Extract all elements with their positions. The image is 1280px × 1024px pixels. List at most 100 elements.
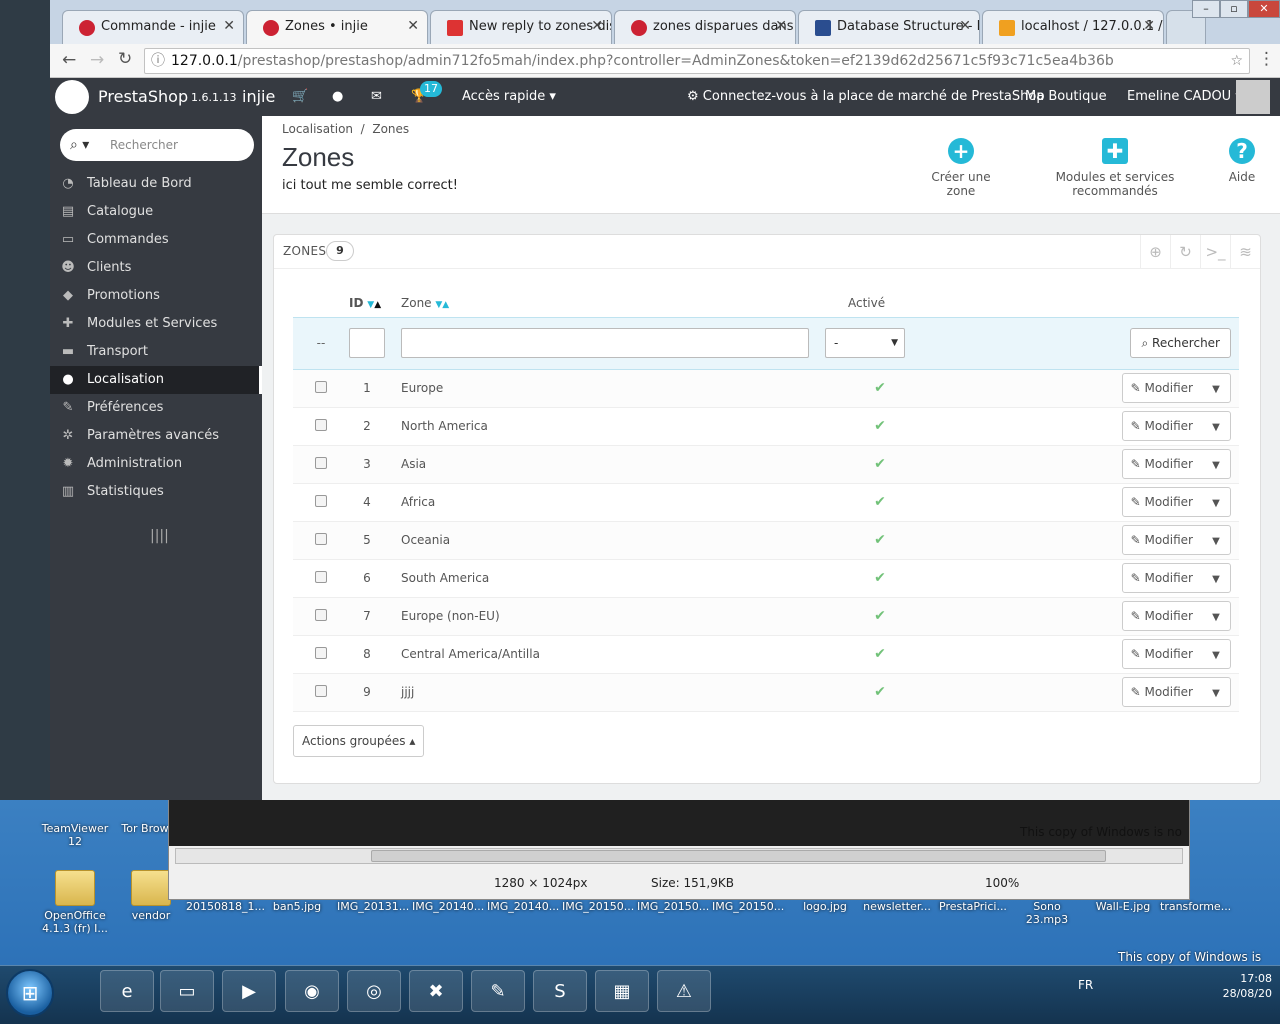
user-menu[interactable]: Emeline CADOU ▾	[1127, 89, 1242, 104]
chevron-down-icon[interactable]: ▼	[1202, 490, 1230, 518]
edit-button[interactable]: ✎ Modifier ▼	[1121, 449, 1231, 480]
maximize-button[interactable]: ▫	[1220, 0, 1248, 18]
close-window-button[interactable]: ✕	[1248, 0, 1280, 18]
refresh-icon[interactable]: ↻	[1170, 235, 1200, 269]
table-row[interactable]: 4 Africa ✔ ✎ Modifier ▼	[293, 483, 1239, 522]
desktop-icon[interactable]: IMG_20131...	[337, 900, 409, 913]
edit-button[interactable]: ✎ Modifier ▼	[1121, 487, 1231, 518]
tab-forum[interactable]: zones disparues dans s ✕	[614, 10, 796, 44]
quick-access-menu[interactable]: Accès rapide ▾	[462, 89, 556, 104]
sidebar-item-dashboard[interactable]: ◔ Tableau de Bord	[50, 170, 262, 198]
sidebar-item-administration[interactable]: ✹ Administration	[50, 450, 262, 478]
column-header-id[interactable]: ID ▼▲	[349, 289, 401, 317]
edit-button[interactable]: ✎ Modifier ▼	[1121, 563, 1231, 593]
table-row[interactable]: 3 Asia ✔ ✎ Modifier ▼	[293, 445, 1239, 484]
recommended-modules-button[interactable]: ✚ Modules et services recommandés	[1016, 138, 1214, 198]
desktop-icon[interactable]: IMG_20140...	[487, 900, 559, 913]
row-checkbox[interactable]	[315, 380, 327, 393]
sidebar-item-catalogue[interactable]: ▤ Catalogue	[50, 198, 262, 226]
explorer-taskbar-icon[interactable]: ▭	[160, 970, 214, 1012]
avatar[interactable]	[1236, 80, 1270, 114]
minimize-button[interactable]: –	[1192, 0, 1220, 18]
horizontal-scrollbar[interactable]	[175, 848, 1183, 864]
sort-icon[interactable]: ▼▲	[435, 300, 449, 310]
tab-gmail[interactable]: New reply to zones dis ✕	[430, 10, 612, 44]
tab-commande[interactable]: Commande - injie ✕	[62, 10, 244, 44]
id-filter-input[interactable]	[349, 328, 385, 358]
desktop-icon[interactable]: Sono 23.mp3	[1012, 900, 1082, 926]
chevron-down-icon[interactable]: ▼	[1202, 376, 1230, 404]
menu-icon[interactable]: ⋮	[1258, 49, 1275, 69]
desktop-icon[interactable]: Wall-E.jpg	[1088, 900, 1158, 913]
bookmark-star-icon[interactable]: ☆	[1230, 49, 1243, 73]
zone-filter-input[interactable]	[401, 328, 809, 358]
warning-taskbar-icon[interactable]: ⚠	[657, 970, 711, 1012]
row-checkbox[interactable]	[315, 494, 327, 507]
start-button[interactable]: ⊞	[6, 969, 54, 1017]
sidebar-item-transport[interactable]: ▬ Transport	[50, 338, 262, 366]
sidebar-item-orders[interactable]: ▭ Commandes	[50, 226, 262, 254]
enabled-check-icon[interactable]: ✔	[874, 646, 886, 662]
tab-database[interactable]: Database Structure - P ✕	[798, 10, 980, 44]
tab-phpmyadmin[interactable]: localhost / 127.0.0.1 / p ✕	[982, 10, 1164, 44]
sidebar-item-stats[interactable]: ▥ Statistiques	[50, 478, 262, 506]
help-button[interactable]: ? Aide	[1224, 138, 1260, 184]
media-player-taskbar-icon[interactable]: ▶	[222, 970, 276, 1012]
marketplace-link[interactable]: ⚙ Connectez-vous à la place de marché de…	[687, 89, 1045, 104]
table-row[interactable]: 2 North America ✔ ✎ Modifier ▼	[293, 407, 1239, 446]
desktop-icon[interactable]: PrestaPrici...	[938, 900, 1008, 913]
terminal-icon[interactable]: >_	[1200, 235, 1230, 269]
language-indicator[interactable]: FR	[1078, 978, 1093, 992]
desktop-icon[interactable]: ban5.jpg	[262, 900, 332, 913]
chevron-down-icon[interactable]: ▼	[1202, 414, 1230, 442]
sidebar-item-modules[interactable]: ✚ Modules et Services	[50, 310, 262, 338]
desktop-icon[interactable]: IMG_20150...	[637, 900, 709, 913]
sidebar-item-customers[interactable]: ☻ Clients	[50, 254, 262, 282]
desktop-icon[interactable]: 20150818_1...	[186, 900, 265, 913]
skype-taskbar-icon[interactable]: S	[533, 970, 587, 1012]
desktop-icon[interactable]: OpenOffice 4.1.3 (fr) I...	[40, 870, 110, 935]
edit-button[interactable]: ✎ Modifier ▼	[1121, 601, 1231, 631]
chevron-down-icon[interactable]: ▼	[1202, 452, 1230, 480]
table-row[interactable]: 6 South America ✔ ✎ Modifier ▼	[293, 559, 1239, 598]
desktop-icon[interactable]: logo.jpg	[790, 900, 860, 913]
table-row[interactable]: 8 Central America/Antilla ✔ ✎ Modifier ▼	[293, 635, 1239, 674]
sidebar-item-preferences[interactable]: ✎ Préférences	[50, 394, 262, 422]
database-icon[interactable]: ≋	[1230, 235, 1260, 269]
table-row[interactable]: 7 Europe (non-EU) ✔ ✎ Modifier ▼	[293, 597, 1239, 636]
row-checkbox[interactable]	[315, 646, 327, 659]
table-row[interactable]: 5 Oceania ✔ ✎ Modifier ▼	[293, 521, 1239, 560]
shop-name-link[interactable]: injie	[242, 87, 275, 106]
collapse-sidebar-icon[interactable]: ||||	[150, 528, 169, 544]
forward-icon[interactable]: →	[90, 50, 104, 70]
desktop-icon[interactable]: IMG_20140...	[412, 900, 484, 913]
edit-button[interactable]: ✎ Modifier ▼	[1121, 411, 1231, 442]
bulk-actions-button[interactable]: Actions groupées ▴	[293, 725, 425, 757]
row-checkbox[interactable]	[315, 684, 327, 697]
clock[interactable]: 17:08 28/08/20	[1223, 971, 1272, 1001]
sort-icon[interactable]: ▼▲	[367, 300, 381, 310]
chevron-down-icon[interactable]: ▼	[1202, 680, 1230, 708]
row-checkbox[interactable]	[315, 608, 327, 621]
desktop-icon[interactable]: IMG_20150...	[562, 900, 634, 913]
url-input[interactable]: ⓘ 127.0.0.1/prestashop/prestashop/admin7…	[144, 48, 1250, 74]
column-header-zone[interactable]: Zone ▼▲	[401, 289, 825, 317]
envelope-icon[interactable]: ✉	[371, 89, 382, 104]
close-tab-icon[interactable]: ✕	[407, 18, 419, 34]
xampp-taskbar-icon[interactable]: ✖	[409, 970, 463, 1012]
desktop-icon[interactable]: newsletter...	[862, 900, 932, 913]
close-tab-icon[interactable]: ✕	[959, 18, 971, 34]
enabled-check-icon[interactable]: ✔	[874, 532, 886, 548]
create-zone-button[interactable]: + Créer une zone	[916, 138, 1006, 198]
enabled-check-icon[interactable]: ✔	[874, 684, 886, 700]
ie-taskbar-icon[interactable]: e	[100, 970, 154, 1012]
chevron-down-icon[interactable]: ▼	[1202, 528, 1230, 556]
tab-zones[interactable]: Zones • injie ✕	[246, 10, 428, 44]
enabled-check-icon[interactable]: ✔	[874, 380, 886, 396]
desktop-icon[interactable]: transforme...	[1160, 900, 1231, 913]
reload-icon[interactable]: ↻	[118, 49, 132, 69]
sidebar-item-promotions[interactable]: ◆ Promotions	[50, 282, 262, 310]
desktop-icon[interactable]: IMG_20150...	[712, 900, 784, 913]
my-shop-link[interactable]: Ma Boutique	[1025, 89, 1107, 104]
enabled-check-icon[interactable]: ✔	[874, 570, 886, 586]
